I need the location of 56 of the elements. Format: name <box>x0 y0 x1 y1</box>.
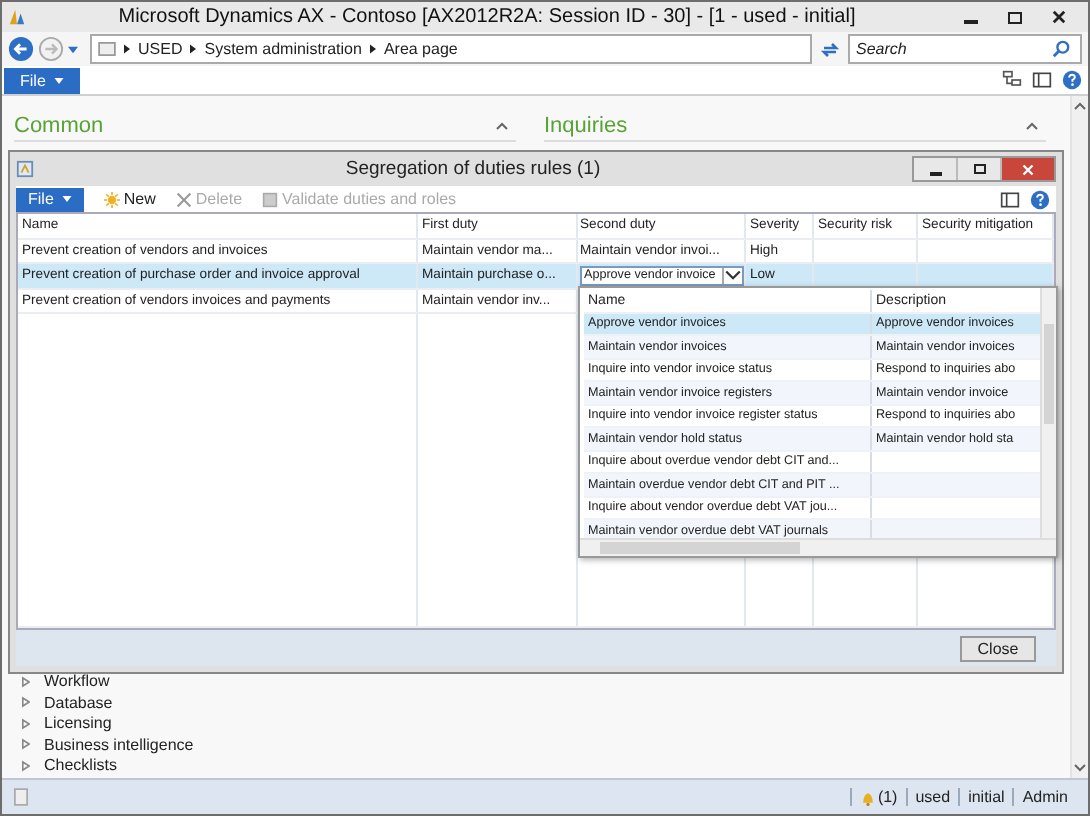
close-button[interactable]: Close <box>960 635 1036 661</box>
navigation-pane-icon[interactable] <box>1002 70 1022 90</box>
panel-icon[interactable] <box>1000 189 1020 209</box>
tree-item[interactable]: Licensing <box>44 714 112 733</box>
tree-item[interactable]: Checklists <box>44 756 117 775</box>
help-icon[interactable] <box>1030 189 1050 209</box>
app-icon <box>8 8 26 26</box>
breadcrumb-arrow-icon[interactable] <box>190 44 197 54</box>
file-menu-button[interactable]: File <box>4 67 80 93</box>
alerts-indicator[interactable]: (1) <box>849 788 906 806</box>
window-title: Microsoft Dynamics AX - Contoso [AX2012R2A: Session ID - 30] - [1 - used - initial] <box>116 6 858 28</box>
caret-icon[interactable] <box>61 196 72 202</box>
scroll-up-icon[interactable] <box>1074 102 1086 110</box>
search-icon[interactable] <box>1052 40 1070 58</box>
action-button[interactable]: New <box>103 190 156 208</box>
maximize-button[interactable] <box>958 158 1002 180</box>
status-item: Admin <box>1012 788 1076 806</box>
expand-icon[interactable] <box>22 696 30 709</box>
breadcrumb[interactable]: Area page <box>383 40 458 58</box>
refresh-icon[interactable] <box>820 39 840 59</box>
minimize-button[interactable] <box>914 158 958 180</box>
breadcrumb[interactable]: System administration <box>204 40 362 58</box>
help-icon[interactable] <box>1062 70 1082 90</box>
expand-icon[interactable] <box>22 738 30 751</box>
scrollbar[interactable] <box>580 538 1056 556</box>
address-bar[interactable]: USED System administration Area page <box>90 34 812 64</box>
scrollbar[interactable] <box>1070 96 1088 778</box>
page-icon <box>98 42 116 56</box>
tree-item[interactable]: Database <box>44 693 113 712</box>
caret-icon[interactable] <box>53 77 64 83</box>
expand-icon[interactable] <box>22 717 30 730</box>
section-heading: Common <box>14 114 104 138</box>
expand-icon[interactable] <box>22 675 30 688</box>
status-item: initial <box>958 788 1013 806</box>
expand-icon[interactable] <box>22 759 30 772</box>
tree-item[interactable]: Workflow <box>44 672 110 691</box>
collapse-icon[interactable] <box>496 122 508 130</box>
document-icon <box>14 788 28 806</box>
dropdown-arrow-icon[interactable] <box>722 267 742 284</box>
form-icon <box>16 160 34 178</box>
breadcrumb-arrow-icon[interactable] <box>369 44 376 54</box>
breadcrumb-arrow-icon[interactable] <box>124 44 130 54</box>
back-button[interactable] <box>8 36 34 62</box>
file-menu-button[interactable]: File <box>16 187 84 211</box>
breadcrumb[interactable]: USED <box>138 40 183 58</box>
status-item: used <box>905 788 959 806</box>
section-heading: Inquiries <box>544 114 628 138</box>
dialog-title: Segregation of duties rules (1) <box>343 158 603 180</box>
search-field[interactable]: Search <box>848 34 1082 64</box>
close-icon[interactable] <box>1051 10 1065 24</box>
scroll-down-icon[interactable] <box>1074 764 1086 772</box>
tree-item[interactable]: Business intelligence <box>44 735 194 754</box>
collapse-icon[interactable] <box>1026 122 1038 130</box>
bell-icon <box>859 789 876 805</box>
panel-icon[interactable] <box>1032 70 1052 90</box>
scrollbar[interactable] <box>1040 288 1056 538</box>
